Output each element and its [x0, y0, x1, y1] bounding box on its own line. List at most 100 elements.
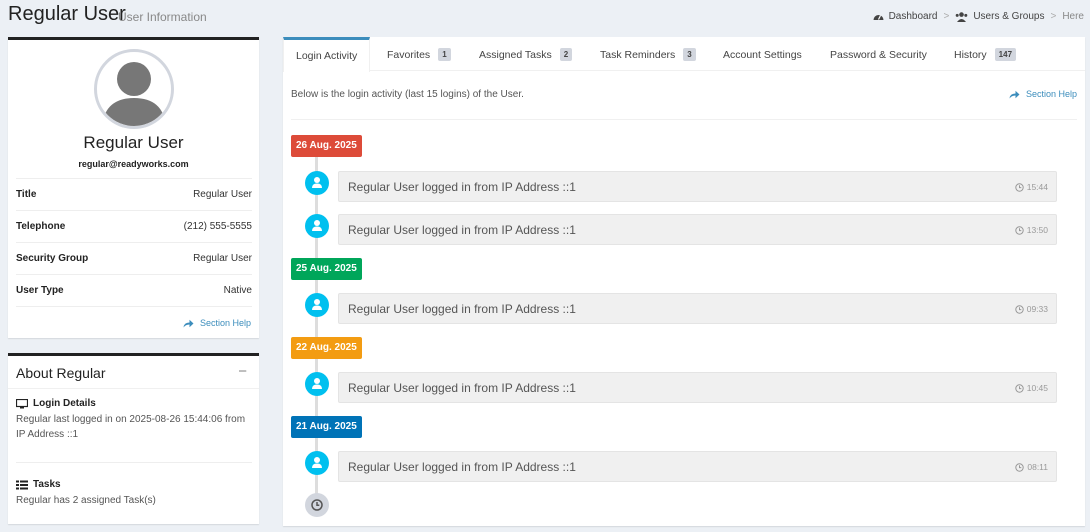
- about-header: About Regular −: [8, 356, 259, 389]
- profile-info-list: Title Regular User Telephone (212) 555-5…: [16, 178, 252, 307]
- user-silhouette-icon: [102, 62, 166, 126]
- user-icon: [305, 171, 329, 195]
- info-value: (212) 555-5555: [183, 221, 252, 232]
- timeline-message: Regular User logged in from IP Address :…: [348, 180, 576, 194]
- page-subtitle: User Information: [118, 10, 207, 24]
- info-row-user-type: User Type Native: [16, 275, 252, 307]
- tab-label: Login Activity: [296, 50, 358, 62]
- timeline-date-label: 25 Aug. 2025: [291, 258, 362, 280]
- section-help-label: Section Help: [1025, 89, 1077, 99]
- clock-icon: [1015, 383, 1024, 393]
- tab-badge: 3: [683, 48, 696, 61]
- monitor-icon: [16, 398, 28, 408]
- login-details-section: Login Details Regular last logged in on …: [16, 398, 252, 442]
- tab-bar: Login Activity Favorites 1 Assigned Tasks…: [283, 37, 1085, 72]
- info-row-security-group: Security Group Regular User: [16, 243, 252, 275]
- breadcrumb: Dashboard > Users & Groups > Here: [873, 11, 1084, 22]
- list-icon: [16, 480, 28, 489]
- timeline-date-label: 22 Aug. 2025: [291, 337, 362, 359]
- user-icon: [305, 372, 329, 396]
- intro-divider: [291, 119, 1077, 120]
- login-details-text: Regular last logged in on 2025-08-26 15:…: [16, 414, 246, 440]
- share-arrow-icon: [1009, 90, 1020, 98]
- breadcrumb-users-groups-label: Users & Groups: [973, 11, 1045, 22]
- tab-label: Assigned Tasks: [479, 49, 552, 61]
- breadcrumb-users-groups[interactable]: Users & Groups: [955, 11, 1044, 22]
- collapse-button[interactable]: −: [238, 363, 247, 380]
- tab-badge: 2: [559, 48, 573, 61]
- timeline-time-value: 13:50: [1026, 225, 1048, 235]
- about-box: About Regular − Login Details Regular la…: [8, 353, 259, 524]
- tab-label: Favorites: [387, 49, 431, 61]
- breadcrumb-dashboard[interactable]: Dashboard: [873, 11, 938, 22]
- info-label: Title: [16, 189, 37, 200]
- user-icon: [305, 214, 329, 238]
- clock-icon: [1015, 304, 1024, 314]
- tab-badge: 1: [438, 48, 451, 61]
- timeline-message: Regular User logged in from IP Address :…: [348, 223, 576, 237]
- timeline-message: Regular User logged in from IP Address :…: [348, 302, 576, 316]
- timeline-end-clock-icon: [305, 493, 329, 517]
- info-label: Security Group: [16, 253, 89, 264]
- timeline-time-value: 15:44: [1026, 182, 1048, 192]
- timeline-time-value: 09:33: [1026, 304, 1048, 314]
- tab-login-activity[interactable]: Login Activity: [283, 37, 371, 72]
- info-row-title: Title Regular User: [16, 179, 252, 211]
- info-row-telephone: Telephone (212) 555-5555: [16, 211, 252, 243]
- page-title: Regular User: [8, 3, 126, 25]
- profile-name: Regular User: [83, 133, 184, 152]
- breadcrumb-separator: >: [1050, 11, 1057, 22]
- breadcrumb-separator: >: [943, 11, 950, 22]
- avatar: [94, 49, 174, 129]
- breadcrumb-current: Here: [1062, 11, 1084, 22]
- timeline-item: Regular User logged in from IP Address :…: [338, 171, 1057, 202]
- tab-label: Account Settings: [723, 49, 802, 61]
- tasks-title: Tasks: [33, 479, 61, 490]
- clock-icon: [1015, 225, 1024, 235]
- about-divider: [16, 462, 252, 463]
- timeline-message: Regular User logged in from IP Address :…: [348, 381, 576, 395]
- timeline-time: 09:33: [1015, 304, 1048, 314]
- timeline-time: 15:44: [1015, 182, 1048, 192]
- timeline-item: Regular User logged in from IP Address :…: [338, 293, 1057, 324]
- tab-password-security[interactable]: Password & Security: [830, 37, 927, 71]
- users-icon: [956, 11, 968, 22]
- info-value: Native: [223, 285, 252, 296]
- clock-icon: [1015, 182, 1024, 192]
- timeline-time: 08:11: [1015, 462, 1048, 472]
- profile-email: regular@readyworks.com: [78, 159, 189, 169]
- timeline-message: Regular User logged in from IP Address :…: [348, 460, 576, 474]
- tab-favorites[interactable]: Favorites 1: [387, 37, 451, 71]
- tab-label: Task Reminders: [600, 49, 676, 61]
- section-help-label: Section Help: [199, 318, 251, 328]
- main-panel: Login Activity Favorites 1 Assigned Tasks…: [283, 37, 1085, 526]
- tab-label: History: [954, 49, 987, 61]
- timeline-date-label: 26 Aug. 2025: [291, 135, 362, 157]
- tab-task-reminders[interactable]: Task Reminders 3: [600, 37, 696, 71]
- tab-label: Password & Security: [830, 49, 927, 61]
- activity-intro: Below is the login activity (last 15 log…: [291, 89, 524, 100]
- tab-account-settings[interactable]: Account Settings: [723, 37, 802, 71]
- profile-section-help-link[interactable]: Section Help: [183, 318, 251, 328]
- user-icon: [305, 293, 329, 317]
- login-details-heading: Login Details: [16, 398, 252, 409]
- tab-assigned-tasks[interactable]: Assigned Tasks 2: [479, 37, 573, 71]
- activity-section-help-link[interactable]: Section Help: [1009, 89, 1077, 99]
- timeline-date-label: 21 Aug. 2025: [291, 416, 362, 438]
- breadcrumb-dashboard-label: Dashboard: [888, 11, 938, 22]
- info-value: Regular User: [193, 189, 252, 200]
- tab-badge: 147: [994, 48, 1017, 61]
- tab-history[interactable]: History 147: [954, 37, 1017, 71]
- tasks-section: Tasks Regular has 2 assigned Task(s): [16, 479, 252, 508]
- clock-icon: [1015, 462, 1025, 472]
- page-header: Regular User User Information Dashboard …: [0, 0, 1090, 34]
- timeline-time: 10:45: [1015, 383, 1048, 393]
- about-title: About Regular: [16, 365, 106, 381]
- timeline-item: Regular User logged in from IP Address :…: [338, 372, 1057, 403]
- login-details-title: Login Details: [33, 398, 96, 409]
- tasks-heading: Tasks: [16, 479, 252, 490]
- timeline-item: Regular User logged in from IP Address :…: [338, 451, 1057, 482]
- share-arrow-icon: [183, 319, 194, 327]
- timeline-time-value: 10:45: [1026, 383, 1048, 393]
- dashboard-icon: [873, 15, 884, 20]
